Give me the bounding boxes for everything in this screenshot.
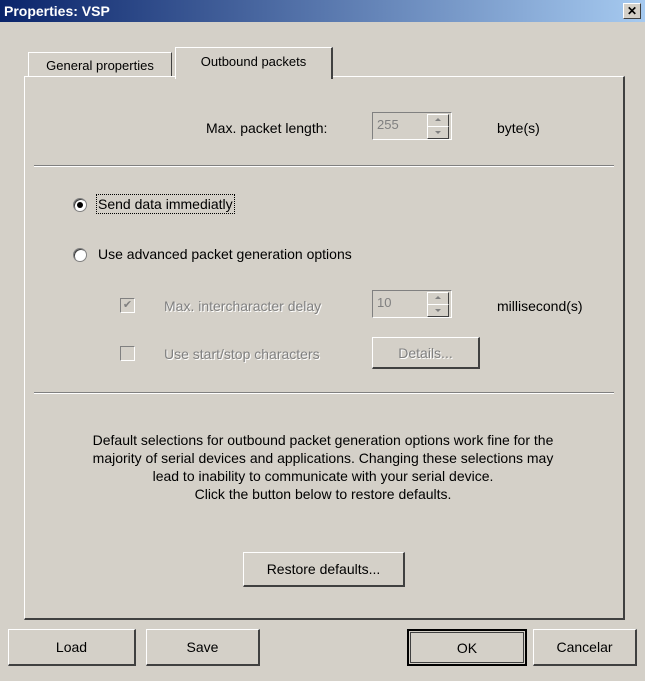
checkmark-icon: ✔	[122, 299, 133, 311]
tab-outbound-packets[interactable]: Outbound packets	[175, 47, 333, 79]
info-line: Default selections for outbound packet g…	[92, 432, 554, 448]
info-line: majority of serial devices and applicati…	[92, 450, 554, 466]
intercharacter-label[interactable]: Max. intercharacter delay	[164, 298, 321, 314]
arrow-down-icon	[435, 309, 441, 312]
spin-down-button[interactable]	[427, 126, 449, 139]
tab-panel	[24, 76, 625, 620]
separator	[34, 392, 614, 394]
start-stop-label[interactable]: Use start/stop characters	[164, 346, 320, 362]
arrow-up-icon	[435, 296, 441, 299]
window-title: Properties: VSP	[4, 3, 110, 19]
intercharacter-value: 10	[377, 295, 392, 310]
radio-send-immediately[interactable]	[73, 198, 87, 212]
save-button[interactable]: Save	[146, 629, 260, 666]
info-line: Click the button below to restore defaul…	[194, 486, 452, 502]
close-button[interactable]: ✕	[623, 3, 641, 19]
intercharacter-checkbox[interactable]: ✔	[120, 298, 135, 313]
close-icon: ✕	[626, 4, 638, 18]
cancel-button[interactable]: Cancelar	[533, 629, 637, 666]
packet-length-unit: byte(s)	[497, 120, 540, 136]
info-text: Default selections for outbound packet g…	[40, 431, 606, 503]
packet-length-label: Max. packet length:	[206, 120, 328, 136]
details-button[interactable]: Details...	[372, 337, 480, 369]
radio-selected-dot	[77, 202, 83, 208]
arrow-down-icon	[435, 131, 441, 134]
load-button[interactable]: Load	[8, 629, 136, 666]
packet-length-value: 255	[377, 117, 399, 132]
intercharacter-spinner[interactable]: 10	[372, 290, 452, 318]
tab-general-properties[interactable]: General properties	[28, 52, 172, 77]
restore-defaults-button[interactable]: Restore defaults...	[243, 552, 405, 587]
intercharacter-unit: millisecond(s)	[497, 298, 583, 314]
start-stop-checkbox[interactable]	[120, 346, 135, 361]
ok-button[interactable]: OK	[407, 629, 527, 666]
info-line: lead to inability to communicate with yo…	[152, 468, 494, 484]
advanced-options-label[interactable]: Use advanced packet generation options	[98, 246, 352, 262]
radio-advanced-options[interactable]	[73, 248, 87, 262]
separator	[34, 165, 614, 167]
send-immediately-label[interactable]: Send data immediatly	[96, 194, 235, 214]
packet-length-spinner[interactable]: 255	[372, 112, 452, 140]
spin-down-button[interactable]	[427, 304, 449, 317]
arrow-up-icon	[435, 118, 441, 121]
